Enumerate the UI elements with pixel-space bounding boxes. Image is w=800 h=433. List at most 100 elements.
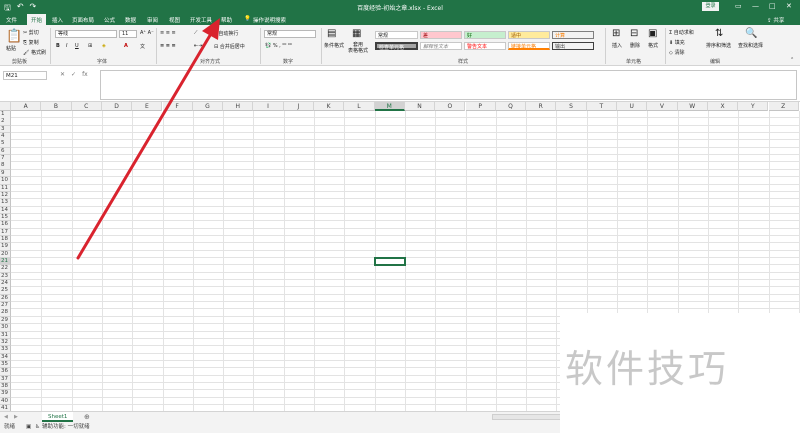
enter-icon[interactable]: ✓: [71, 71, 76, 78]
column-header-p[interactable]: P: [465, 102, 496, 111]
tab-help[interactable]: 帮助: [221, 16, 232, 24]
column-header-j[interactable]: J: [283, 102, 314, 111]
style-warning[interactable]: 警告文本: [464, 42, 506, 50]
autosum-button[interactable]: Σ 自动求和: [669, 29, 694, 36]
cut-button[interactable]: ✂ 剪切: [23, 29, 39, 36]
tab-view[interactable]: 视图: [169, 16, 180, 24]
tab-insert[interactable]: 插入: [52, 16, 63, 24]
style-normal[interactable]: 常规: [375, 31, 418, 39]
column-header-k[interactable]: K: [314, 102, 345, 111]
login-button[interactable]: 登录: [702, 2, 719, 11]
tab-home[interactable]: 开始: [27, 14, 47, 25]
cancel-icon[interactable]: ✕: [60, 71, 65, 78]
column-header-e[interactable]: E: [132, 102, 163, 111]
style-linked-cell[interactable]: 链接单元格: [508, 42, 550, 50]
style-good[interactable]: 好: [464, 31, 506, 39]
sort-filter-icon[interactable]: ⇅: [715, 28, 723, 39]
column-header-q[interactable]: Q: [495, 102, 527, 111]
column-header-r[interactable]: R: [526, 102, 557, 111]
tab-file[interactable]: 文件: [6, 16, 17, 24]
column-header-b[interactable]: B: [41, 102, 72, 111]
column-header-w[interactable]: W: [677, 102, 708, 111]
orientation-icon[interactable]: ⟋: [194, 30, 198, 36]
merge-center-button[interactable]: ⊟ 合并后居中: [214, 43, 245, 50]
accessibility-icon[interactable]: ♿: [35, 422, 40, 433]
close-icon[interactable]: ✕: [786, 2, 792, 10]
next-sheet-icon[interactable]: ▶: [14, 414, 18, 420]
accessibility-status[interactable]: 辅助功能: 一切就绪: [42, 422, 90, 433]
tab-developer[interactable]: 开发工具: [190, 16, 212, 24]
fill-color-icon[interactable]: ◈: [102, 43, 106, 49]
currency-icon[interactable]: 💱 % , ⁰⁰ ⁰⁰: [265, 43, 292, 49]
maximize-icon[interactable]: □: [769, 2, 776, 10]
column-header-m[interactable]: M: [374, 102, 405, 111]
tab-data[interactable]: 数据: [125, 16, 136, 24]
ribbon-display-icon[interactable]: ▭: [735, 2, 742, 10]
column-header-c[interactable]: C: [71, 102, 102, 111]
format-as-table-button[interactable]: 套用 表格格式: [348, 42, 368, 54]
conditional-format-icon[interactable]: ▤: [327, 28, 336, 39]
prev-sheet-icon[interactable]: ◀: [4, 414, 8, 420]
font-name-combo[interactable]: 等线: [55, 30, 117, 38]
conditional-format-button[interactable]: 条件格式: [324, 42, 344, 49]
sheet-tab-sheet1[interactable]: Sheet1: [42, 412, 74, 422]
insert-function-icon[interactable]: fx: [82, 71, 88, 78]
collapse-ribbon-icon[interactable]: ⌃: [790, 57, 794, 63]
wrap-text-button[interactable]: ⤶ 自动换行: [214, 30, 238, 37]
style-check-cell[interactable]: 检查单元格: [375, 42, 418, 51]
number-format-combo[interactable]: 常规: [264, 30, 316, 38]
fill-button[interactable]: ⬇ 填充: [669, 39, 685, 46]
top-align-icon[interactable]: ≡ ≡ ≡: [160, 30, 176, 36]
delete-cells-button[interactable]: 删除: [630, 42, 640, 49]
left-align-icon[interactable]: ≣ ≣ ≣: [160, 43, 176, 49]
column-header-a[interactable]: A: [11, 102, 42, 111]
column-header-z[interactable]: Z: [768, 102, 799, 111]
find-select-button[interactable]: 查找和选择: [738, 42, 763, 49]
style-neutral[interactable]: 适中: [508, 31, 550, 39]
style-calculation[interactable]: 计算: [552, 31, 594, 39]
column-header-i[interactable]: I: [253, 102, 284, 111]
minimize-icon[interactable]: —: [752, 2, 759, 10]
tab-page-layout[interactable]: 页面布局: [72, 16, 94, 24]
format-as-table-icon[interactable]: ▦: [352, 28, 361, 39]
paste-icon[interactable]: 📋: [6, 29, 22, 44]
new-sheet-icon[interactable]: ⊕: [84, 413, 90, 421]
column-header-h[interactable]: H: [223, 102, 254, 111]
style-explanatory[interactable]: 解释性文本: [420, 42, 462, 50]
paste-button[interactable]: 粘贴: [6, 45, 16, 52]
underline-button[interactable]: U: [75, 43, 79, 49]
format-cells-icon[interactable]: ▣: [648, 28, 657, 39]
column-header-x[interactable]: X: [707, 102, 739, 111]
style-bad[interactable]: 差: [420, 31, 462, 39]
insert-cells-icon[interactable]: ⊞: [612, 28, 620, 39]
find-select-icon[interactable]: 🔍: [745, 28, 757, 39]
tell-me-search[interactable]: 操作说明搜索: [253, 16, 286, 24]
format-painter-button[interactable]: 🖌 格式刷: [23, 49, 46, 56]
format-cells-button[interactable]: 格式: [648, 42, 658, 49]
tab-review[interactable]: 审阅: [147, 16, 158, 24]
grow-font-icon[interactable]: A⁺ A⁻: [140, 30, 154, 36]
italic-button[interactable]: I: [66, 43, 67, 49]
formula-input[interactable]: [100, 70, 797, 100]
column-header-u[interactable]: U: [617, 102, 648, 111]
indent-icon[interactable]: ⇤⇥: [194, 43, 202, 49]
column-header-y[interactable]: Y: [738, 102, 769, 111]
active-cell-m21[interactable]: [373, 257, 406, 267]
column-header-s[interactable]: S: [556, 102, 587, 111]
name-box[interactable]: M21: [3, 71, 47, 80]
column-header-n[interactable]: N: [404, 102, 436, 111]
insert-cells-button[interactable]: 插入: [612, 42, 622, 49]
column-header-g[interactable]: G: [192, 102, 224, 111]
column-header-t[interactable]: T: [586, 102, 617, 111]
font-size-combo[interactable]: 11: [119, 30, 137, 38]
column-header-o[interactable]: O: [435, 102, 466, 111]
bold-button[interactable]: B: [56, 43, 60, 49]
column-header-v[interactable]: V: [647, 102, 678, 111]
font-color-icon[interactable]: A: [124, 43, 128, 49]
style-output[interactable]: 输出: [552, 42, 594, 50]
share-button[interactable]: ⇪ 共享: [767, 16, 784, 24]
select-all-corner[interactable]: [0, 102, 11, 111]
column-header-f[interactable]: F: [162, 102, 193, 111]
border-icon[interactable]: ⊞: [88, 43, 92, 49]
copy-button[interactable]: ⎘ 复制: [23, 39, 39, 46]
